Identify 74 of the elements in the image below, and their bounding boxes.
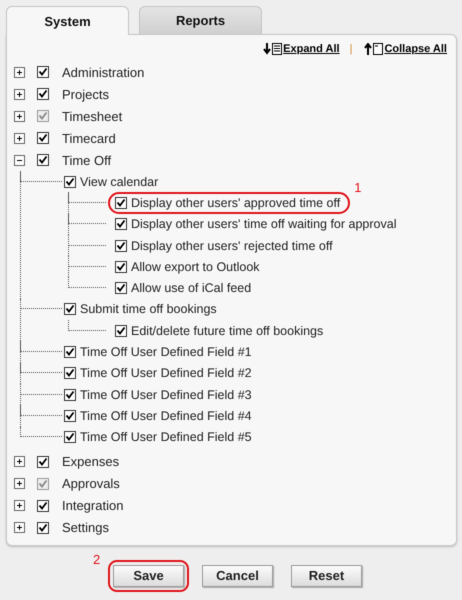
expand-toggle-icon[interactable] bbox=[14, 478, 25, 490]
tree-action-link[interactable]: Collapse All bbox=[384, 43, 447, 55]
separator: | bbox=[350, 43, 352, 55]
tree-item-label: Time Off User Defined Field #5 bbox=[80, 430, 252, 444]
tree-connector bbox=[68, 192, 106, 203]
tree-item-label: Integration bbox=[62, 498, 124, 514]
checkbox[interactable] bbox=[37, 66, 49, 78]
checkbox[interactable] bbox=[37, 154, 49, 166]
tab[interactable]: System bbox=[6, 6, 129, 35]
checkbox[interactable] bbox=[64, 346, 76, 358]
checkbox[interactable] bbox=[64, 388, 76, 401]
tab[interactable]: Reports bbox=[139, 6, 262, 34]
checkbox[interactable] bbox=[64, 367, 76, 380]
checkbox[interactable] bbox=[37, 110, 49, 122]
tree-item-label: Display other users' rejected time off bbox=[131, 238, 333, 253]
expand-toggle-icon[interactable] bbox=[14, 88, 25, 100]
checkbox[interactable] bbox=[64, 410, 76, 422]
checkbox[interactable] bbox=[115, 240, 127, 252]
tree-connector bbox=[20, 405, 62, 416]
tree-item-label: Display other users' approved time off bbox=[131, 196, 340, 210]
up-arrow-list-icon[interactable] bbox=[364, 42, 384, 56]
tree-item-label: Time Off User Defined Field #3 bbox=[80, 388, 252, 402]
checkbox[interactable] bbox=[115, 218, 127, 230]
callout-number: 2 bbox=[93, 552, 100, 567]
expand-toggle-icon[interactable] bbox=[14, 66, 25, 78]
action-button[interactable]: Cancel bbox=[202, 564, 273, 587]
tree-item-label: Allow use of iCal feed bbox=[131, 281, 252, 296]
checkbox[interactable] bbox=[115, 196, 127, 209]
expand-toggle-icon[interactable] bbox=[14, 522, 25, 534]
expand-toggle-icon[interactable] bbox=[14, 500, 25, 512]
tree-connector bbox=[68, 320, 106, 331]
tree-item-label: Time Off User Defined Field #1 bbox=[80, 345, 252, 360]
checkbox[interactable] bbox=[37, 522, 49, 534]
checkbox[interactable] bbox=[64, 303, 76, 316]
tree-item-label: Timesheet bbox=[62, 108, 122, 124]
tree-connector bbox=[68, 277, 106, 288]
down-arrow-list-icon[interactable] bbox=[263, 42, 284, 56]
checkbox[interactable] bbox=[37, 132, 49, 144]
callout-number: 1 bbox=[354, 180, 362, 196]
expand-toggle-icon[interactable] bbox=[14, 132, 25, 144]
checkbox[interactable] bbox=[37, 500, 49, 512]
checkbox[interactable] bbox=[115, 260, 127, 273]
checkbox[interactable] bbox=[37, 478, 49, 490]
tree-item-label: View calendar bbox=[80, 174, 158, 189]
expand-toggle-icon[interactable] bbox=[14, 456, 25, 468]
tree-item-label: Projects bbox=[62, 86, 109, 102]
tree-item-label: Time Off User Defined Field #2 bbox=[80, 366, 252, 380]
tree-item-label: Time Off bbox=[62, 152, 112, 168]
tree-item-label: Display other users' time off waiting for approval bbox=[131, 217, 396, 232]
action-button[interactable]: Save bbox=[113, 564, 184, 587]
tree-item-label: Submit time off bookings bbox=[80, 302, 217, 316]
checkbox[interactable] bbox=[37, 88, 49, 100]
tree-connector bbox=[20, 341, 62, 352]
tree-item-label: Time Off User Defined Field #4 bbox=[80, 408, 252, 423]
tree-connector bbox=[20, 171, 62, 182]
tree-item-label: Edit/delete future time off bookings bbox=[131, 324, 324, 338]
collapse-toggle-icon[interactable] bbox=[14, 154, 25, 166]
checkbox[interactable] bbox=[37, 456, 49, 468]
checkbox[interactable] bbox=[64, 431, 76, 444]
checkbox[interactable] bbox=[115, 324, 127, 337]
checkbox[interactable] bbox=[115, 282, 127, 294]
tree-connector bbox=[20, 362, 62, 374]
tree-item-label: Expenses bbox=[62, 454, 120, 470]
tree-item-label: Settings bbox=[62, 520, 109, 536]
tree-item-label: Timecard bbox=[62, 130, 116, 146]
tree-action-link[interactable]: Expand All bbox=[283, 43, 340, 55]
tree-item-label: Approvals bbox=[62, 476, 120, 492]
tree-item-label: Administration bbox=[62, 64, 144, 80]
tree-connector bbox=[20, 426, 62, 438]
action-button[interactable]: Reset bbox=[291, 564, 362, 587]
expand-toggle-icon[interactable] bbox=[14, 110, 25, 122]
tree-item-label: Allow export to Outlook bbox=[131, 260, 260, 274]
tree-connector bbox=[68, 214, 106, 224]
checkbox[interactable] bbox=[64, 176, 76, 188]
